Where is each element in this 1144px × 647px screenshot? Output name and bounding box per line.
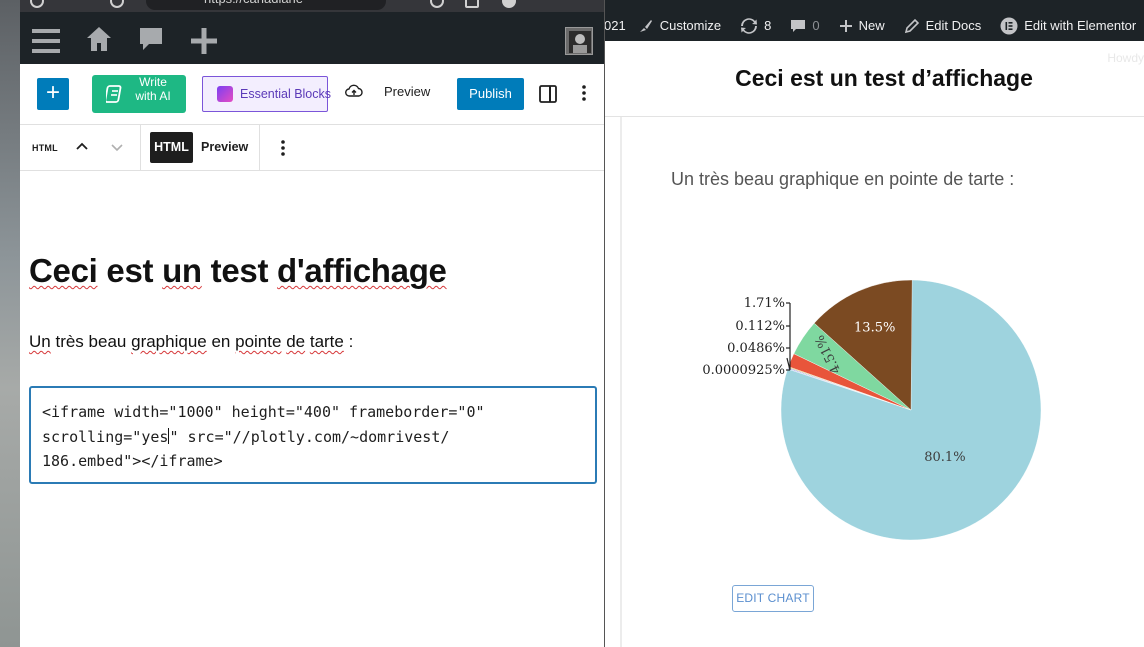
para-word: beau — [88, 332, 127, 351]
para-word: en — [211, 332, 231, 351]
more-options-icon[interactable] — [582, 84, 586, 102]
edit-docs-link[interactable]: Edit Docs — [904, 18, 982, 34]
code-line-2a: scrolling="yes — [42, 427, 169, 446]
code-line-3: 186.embed"></iframe> — [42, 452, 223, 470]
browser-extension-icon[interactable] — [430, 0, 444, 8]
post-paragraph[interactable]: Un très beau graphique en pointe de tart… — [29, 332, 353, 352]
updates-icon — [741, 17, 758, 34]
add-new-icon[interactable] — [191, 28, 217, 54]
ai-notebook-icon — [106, 85, 122, 103]
para-word: pointe — [235, 332, 282, 351]
browser-profile-icon[interactable] — [502, 0, 516, 8]
block-toolbar: HTML HTML Preview — [20, 125, 604, 171]
content-border — [620, 117, 622, 647]
title-word: Ceci — [29, 252, 98, 289]
comments-icon[interactable] — [139, 27, 163, 53]
html-code-editor[interactable]: <iframe width="1000" height="400" frameb… — [29, 386, 597, 484]
edit-elementor-label: Edit with Elementor — [1024, 18, 1137, 33]
toolbar-divider — [140, 125, 141, 171]
menu-icon[interactable] — [32, 28, 60, 54]
title-word: test — [210, 252, 269, 289]
para-word: graphique — [131, 332, 207, 351]
home-icon[interactable] — [86, 26, 112, 52]
pie-outside-label: 0.112% — [735, 319, 785, 334]
browser-bookmark-icon[interactable] — [465, 0, 479, 8]
avatar[interactable] — [565, 27, 593, 55]
para-word: tarte — [309, 332, 344, 351]
customize-label: Customize — [659, 18, 722, 33]
desktop-background — [0, 0, 20, 647]
browser-back-icon[interactable] — [30, 0, 44, 8]
html-block-type-icon[interactable]: HTML — [32, 143, 58, 153]
new-label: New — [858, 18, 885, 33]
new-content-link[interactable]: New — [839, 18, 885, 33]
code-line-1: <iframe width="1000" height="400" frameb… — [42, 403, 485, 421]
wp-admin-bar: 021 Customize 8 0 New Edit Docs Edit wit… — [604, 10, 1144, 41]
move-up-icon[interactable] — [75, 141, 89, 151]
title-word: d'affichage — [277, 252, 447, 289]
preview-button[interactable]: Preview — [384, 84, 430, 99]
front-end-page: Ceci est un test d’affichage Howdy Un tr… — [604, 41, 1144, 647]
brush-icon — [639, 19, 652, 32]
write-with-ai-button[interactable]: Write with AI — [92, 75, 186, 113]
essential-blocks-label: Essential Blocks — [240, 87, 332, 101]
pie-inside-label: 80.1% — [924, 450, 965, 465]
title-word: est — [106, 252, 154, 289]
editor-toolbar: + Write with AI Essential Blocks Preview… — [20, 64, 604, 125]
comments-link[interactable]: 0 — [790, 18, 820, 34]
edit-chart-button[interactable]: EDIT CHART — [732, 585, 814, 612]
add-block-button[interactable]: + — [37, 78, 69, 110]
wp-mobile-admin-bar — [20, 12, 604, 64]
para-word: Un — [29, 332, 51, 351]
pie-outside-label: 0.0000925% — [702, 363, 785, 378]
customize-link[interactable]: Customize — [638, 18, 721, 34]
move-down-icon[interactable] — [110, 143, 124, 153]
plus-icon — [839, 19, 852, 32]
cloud-upload-icon[interactable] — [345, 84, 363, 98]
front-page-title: Ceci est un test d’affichage — [735, 65, 1033, 91]
toolbar-divider — [259, 125, 260, 171]
pie-inside-label: 13.5% — [854, 321, 895, 336]
pencil-icon — [904, 18, 919, 33]
browser-reload-icon[interactable] — [110, 0, 124, 8]
browser-top-strip — [604, 0, 1144, 10]
block-editor-window: https://canadiane + Write with AI Essent… — [20, 0, 605, 647]
pie-leader-line — [786, 303, 791, 371]
pie-chart: 80.1% 13.5% 4.51% 1.71% 0.112% 0.0486% 0.00009… — [694, 271, 1054, 551]
essential-blocks-icon — [217, 86, 233, 102]
pie-outside-label: 0.0486% — [727, 341, 785, 356]
elementor-icon — [1000, 17, 1018, 34]
howdy-text: Howdy — [1107, 51, 1144, 65]
comment-icon — [791, 19, 806, 32]
essential-blocks-button[interactable]: Essential Blocks — [202, 76, 332, 112]
para-word: très — [55, 332, 84, 351]
para-word: de — [286, 332, 306, 351]
preview-tab[interactable]: Preview — [201, 140, 248, 154]
browser-toolbar: https://canadiane — [20, 0, 604, 12]
admin-bar-year[interactable]: 021 — [604, 18, 626, 33]
publish-button[interactable]: Publish — [457, 78, 524, 110]
front-description: Un très beau graphique en pointe de tart… — [671, 169, 1015, 189]
para-word: : — [348, 332, 354, 351]
updates-count: 8 — [764, 18, 772, 33]
pie-chart-svg: 80.1%13.5%4.51%1.71%0.112%0.0486%0.00009… — [702, 279, 1042, 541]
edit-docs-label: Edit Docs — [925, 18, 982, 33]
html-tab[interactable]: HTML — [150, 132, 193, 163]
browser-url-field[interactable]: https://canadiane — [146, 0, 386, 10]
front-header: Ceci est un test d’affichage Howdy — [604, 41, 1144, 117]
edit-elementor-link[interactable]: Edit with Elementor — [1000, 17, 1136, 35]
comments-count: 0 — [812, 18, 820, 33]
block-options-icon[interactable] — [281, 139, 285, 157]
updates-link[interactable]: 8 — [740, 17, 772, 34]
settings-sidebar-icon[interactable] — [539, 85, 557, 103]
write-with-ai-label: Write with AI — [135, 75, 171, 103]
title-word: un — [162, 252, 202, 289]
code-line-2b: " src="//plotly.com/~domrivest/ — [169, 427, 450, 446]
pie-outside-label: 1.71% — [744, 296, 785, 311]
post-title[interactable]: Ceci est un test d'affichage — [29, 252, 447, 290]
